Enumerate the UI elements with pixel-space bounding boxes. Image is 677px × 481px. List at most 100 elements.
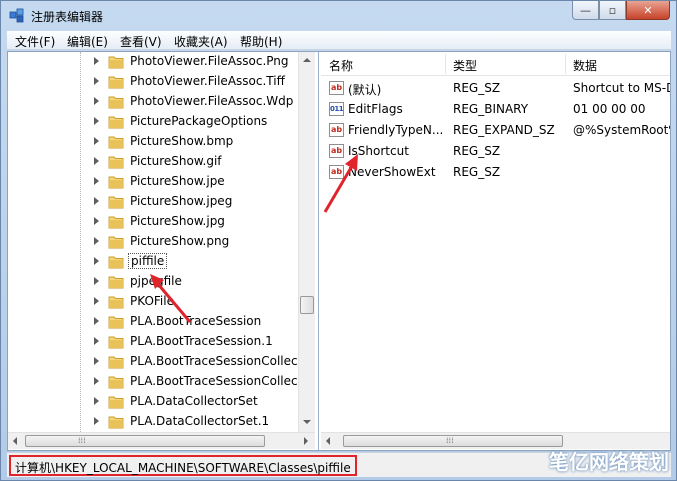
expand-arrow-icon[interactable]	[94, 57, 99, 65]
value-name: IsShortcut	[348, 144, 409, 158]
tree-item-label: piffile	[128, 253, 168, 269]
folder-icon	[108, 116, 124, 129]
tree-item[interactable]: PKOFile	[8, 292, 298, 312]
folder-icon	[108, 236, 124, 249]
expand-arrow-icon[interactable]	[94, 77, 99, 85]
tree-item[interactable]: PLA.BootTraceSessionCollect	[8, 372, 298, 392]
string-value-icon: ab	[329, 165, 344, 179]
folder-icon	[108, 316, 124, 329]
tree-item[interactable]: pjpegfile	[8, 272, 298, 292]
expand-arrow-icon[interactable]	[94, 257, 99, 265]
tree-item[interactable]: PLA.BootTraceSession	[8, 312, 298, 332]
expand-arrow-icon[interactable]	[94, 417, 99, 425]
expand-arrow-icon[interactable]	[94, 117, 99, 125]
column-separator[interactable]	[445, 54, 446, 74]
expand-arrow-icon[interactable]	[94, 397, 99, 405]
menu-file[interactable]: 文件(F)	[15, 33, 55, 50]
tree-item[interactable]: PictureShow.jpg	[8, 212, 298, 232]
column-separator[interactable]	[565, 54, 566, 74]
expand-arrow-icon[interactable]	[94, 377, 99, 385]
column-header-data[interactable]: 数据	[573, 57, 597, 74]
tree-item[interactable]: PicturePackageOptions	[8, 112, 298, 132]
value-data: 01 00 00 00	[573, 102, 646, 116]
folder-icon	[108, 216, 124, 229]
value-row[interactable]: 011 EditFlags REG_BINARY 01 00 00 00	[321, 99, 670, 120]
expand-arrow-icon[interactable]	[94, 297, 99, 305]
expand-arrow-icon[interactable]	[94, 97, 99, 105]
menu-bar: 文件(F) 编辑(E) 查看(V) 收藏夹(A) 帮助(H)	[7, 31, 671, 50]
column-header-type[interactable]: 类型	[453, 57, 477, 74]
tree-item[interactable]: PhotoViewer.FileAssoc.Png	[8, 52, 298, 72]
tree-item[interactable]: PhotoViewer.FileAssoc.Tiff	[8, 72, 298, 92]
registry-editor-app-icon	[9, 8, 24, 23]
tree-item[interactable]: PictureShow.bmp	[8, 132, 298, 152]
folder-icon	[108, 396, 124, 409]
tree-horizontal-scroll-thumb[interactable]: ⁞⁞⁞	[25, 435, 265, 447]
tree-item-label: PLA.DataCollectorSet	[130, 394, 258, 408]
scroll-down-icon[interactable]	[303, 420, 311, 424]
folder-icon	[108, 56, 124, 69]
value-row[interactable]: ab IsShortcut REG_SZ	[321, 141, 670, 162]
tree-item[interactable]: PLA.DataCollectorSet.1	[8, 412, 298, 432]
expand-arrow-icon[interactable]	[94, 177, 99, 185]
menu-view[interactable]: 查看(V)	[120, 33, 162, 50]
tree-item[interactable]: PLA.BootTraceSession.1	[8, 332, 298, 352]
tree-item[interactable]: PLA.DataCollectorSet	[8, 392, 298, 412]
value-data: Shortcut to MS-D	[573, 81, 670, 95]
tree-item-label: PhotoViewer.FileAssoc.Wdp	[130, 94, 294, 108]
tree-item[interactable]: PictureShow.jpeg	[8, 192, 298, 212]
value-row[interactable]: ab FriendlyTypeN... REG_EXPAND_SZ @%SystemR…	[321, 120, 670, 141]
tree-item-label: PictureShow.jpeg	[130, 194, 233, 208]
tree-item[interactable]: PictureShow.gif	[8, 152, 298, 172]
tree-item[interactable]: piffile	[8, 252, 298, 272]
value-type: REG_SZ	[453, 81, 501, 95]
scroll-left-icon[interactable]	[13, 437, 17, 445]
tree-item-label: PictureShow.jpg	[130, 214, 225, 228]
folder-icon	[108, 136, 124, 149]
expand-arrow-icon[interactable]	[94, 337, 99, 345]
folder-icon	[108, 336, 124, 349]
folder-icon	[108, 196, 124, 209]
expand-arrow-icon[interactable]	[94, 137, 99, 145]
folder-icon	[108, 256, 124, 269]
expand-arrow-icon[interactable]	[94, 217, 99, 225]
expand-arrow-icon[interactable]	[94, 157, 99, 165]
tree-item[interactable]: PictureShow.jpe	[8, 172, 298, 192]
expand-arrow-icon[interactable]	[94, 197, 99, 205]
tree-item[interactable]: PictureShow.png	[8, 232, 298, 252]
title-bar[interactable]: 注册表编辑器 — ▫ ✕	[1, 1, 676, 31]
registry-path: 计算机\HKEY_LOCAL_MACHINE\SOFTWARE\Classes\…	[9, 455, 357, 476]
column-header-name[interactable]: 名称	[329, 57, 353, 74]
tree-item[interactable]: PLA.BootTraceSessionCollect	[8, 352, 298, 372]
values-list-header: 名称 类型 数据	[321, 52, 670, 76]
menu-help[interactable]: 帮助(H)	[240, 33, 282, 50]
folder-icon	[108, 76, 124, 89]
value-row[interactable]: ab NeverShowExt REG_SZ	[321, 162, 670, 183]
window-controls: — ▫ ✕	[572, 1, 670, 21]
tree-item-label: PictureShow.png	[130, 234, 230, 248]
tree-item-label: PhotoViewer.FileAssoc.Tiff	[130, 74, 285, 88]
menu-edit[interactable]: 编辑(E)	[67, 33, 108, 50]
values-horizontal-scroll-thumb[interactable]: ⁞⁞⁞	[343, 435, 563, 447]
folder-icon	[108, 356, 124, 369]
string-value-icon: ab	[329, 81, 344, 95]
expand-arrow-icon[interactable]	[94, 277, 99, 285]
menu-favorites[interactable]: 收藏夹(A)	[174, 33, 228, 50]
close-button[interactable]: ✕	[626, 1, 670, 20]
minimize-button[interactable]: —	[572, 1, 599, 20]
maximize-button[interactable]: ▫	[599, 1, 626, 20]
tree-vertical-scrollbar[interactable]	[298, 52, 315, 432]
scroll-up-icon[interactable]	[303, 58, 311, 62]
grip-icon: ⁞⁞⁞	[446, 436, 454, 445]
tree-horizontal-scrollbar[interactable]: ⁞⁞⁞	[8, 432, 315, 449]
value-row[interactable]: ab (默认) REG_SZ Shortcut to MS-D	[321, 78, 670, 99]
tree-vertical-scroll-thumb[interactable]	[300, 296, 314, 314]
folder-icon	[108, 296, 124, 309]
expand-arrow-icon[interactable]	[94, 357, 99, 365]
expand-arrow-icon[interactable]	[94, 317, 99, 325]
scroll-left-icon[interactable]	[326, 437, 330, 445]
scroll-right-icon[interactable]	[304, 437, 308, 445]
tree-item[interactable]: PhotoViewer.FileAssoc.Wdp	[8, 92, 298, 112]
folder-icon	[108, 276, 124, 289]
expand-arrow-icon[interactable]	[94, 237, 99, 245]
